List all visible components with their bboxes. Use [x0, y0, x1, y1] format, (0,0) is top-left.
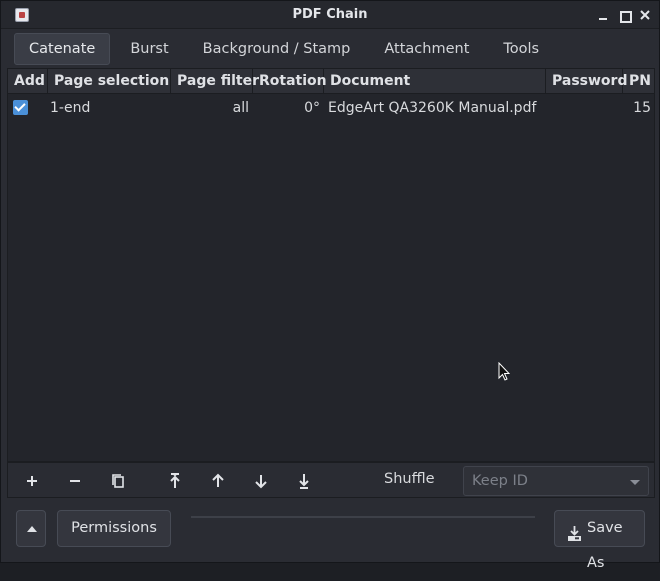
chevron-down-icon [630, 480, 640, 485]
move-bottom-icon[interactable] [292, 469, 316, 493]
id-mode-value: Keep ID [472, 473, 528, 489]
add-icon[interactable] [20, 469, 44, 493]
move-top-icon[interactable] [163, 469, 187, 493]
id-mode-select[interactable]: Keep ID [463, 466, 649, 496]
progress-bar [191, 516, 535, 518]
table-row[interactable]: 1-end all 0° EdgeArt QA3260K Manual.pdf … [8, 95, 654, 121]
page-filter-cell[interactable]: all [171, 95, 249, 121]
copy-icon[interactable] [106, 469, 130, 493]
column-header-page-filter[interactable]: Page filter [171, 69, 259, 94]
close-icon[interactable] [637, 7, 653, 23]
column-header-add[interactable]: Add [8, 69, 48, 94]
title-bar: PDF Chain [1, 1, 659, 29]
mouse-cursor-icon [498, 361, 511, 381]
tab-bar: Catenate Burst Background / Stamp Attach… [14, 33, 559, 65]
rotation-cell[interactable]: 0° [253, 95, 320, 121]
minimize-icon[interactable] [595, 7, 611, 23]
column-header-rotation[interactable]: Rotation [253, 69, 327, 94]
document-table[interactable]: Add Page selection Page filter Rotation … [7, 68, 655, 462]
add-checkbox[interactable] [13, 100, 28, 115]
tab-tools[interactable]: Tools [489, 33, 553, 65]
window-title: PDF Chain [292, 7, 368, 22]
tab-background-stamp[interactable]: Background / Stamp [189, 33, 365, 65]
shuffle-label: Shuffle [384, 471, 435, 487]
column-header-password[interactable]: Password [546, 69, 627, 94]
expand-button[interactable] [16, 510, 46, 547]
save-as-label: Save As [587, 520, 623, 571]
column-header-page-selection[interactable]: Page selection [48, 69, 171, 94]
tab-burst[interactable]: Burst [116, 33, 182, 65]
table-header: Add Page selection Page filter Rotation … [8, 69, 654, 94]
move-up-icon[interactable] [206, 469, 230, 493]
maximize-icon[interactable] [616, 7, 632, 23]
password-cell[interactable] [548, 95, 620, 121]
save-as-button[interactable]: Save As [554, 510, 645, 571]
move-down-icon[interactable] [249, 469, 273, 493]
column-header-document[interactable]: Document [324, 69, 546, 94]
column-header-pn[interactable]: PN [623, 69, 654, 94]
remove-icon[interactable] [63, 469, 87, 493]
save-icon [566, 521, 583, 541]
document-cell[interactable]: EdgeArt QA3260K Manual.pdf [328, 95, 536, 121]
list-toolbar: Shuffle Keep ID [7, 462, 655, 498]
page-selection-cell[interactable]: 1-end [50, 95, 90, 121]
permissions-button[interactable]: Permissions [57, 510, 171, 547]
pn-cell[interactable]: 15 [623, 95, 651, 121]
tab-catenate[interactable]: Catenate [14, 33, 111, 65]
tab-attachment[interactable]: Attachment [370, 33, 483, 65]
app-window: PDF Chain Catenate Burst Background / St… [0, 0, 660, 571]
